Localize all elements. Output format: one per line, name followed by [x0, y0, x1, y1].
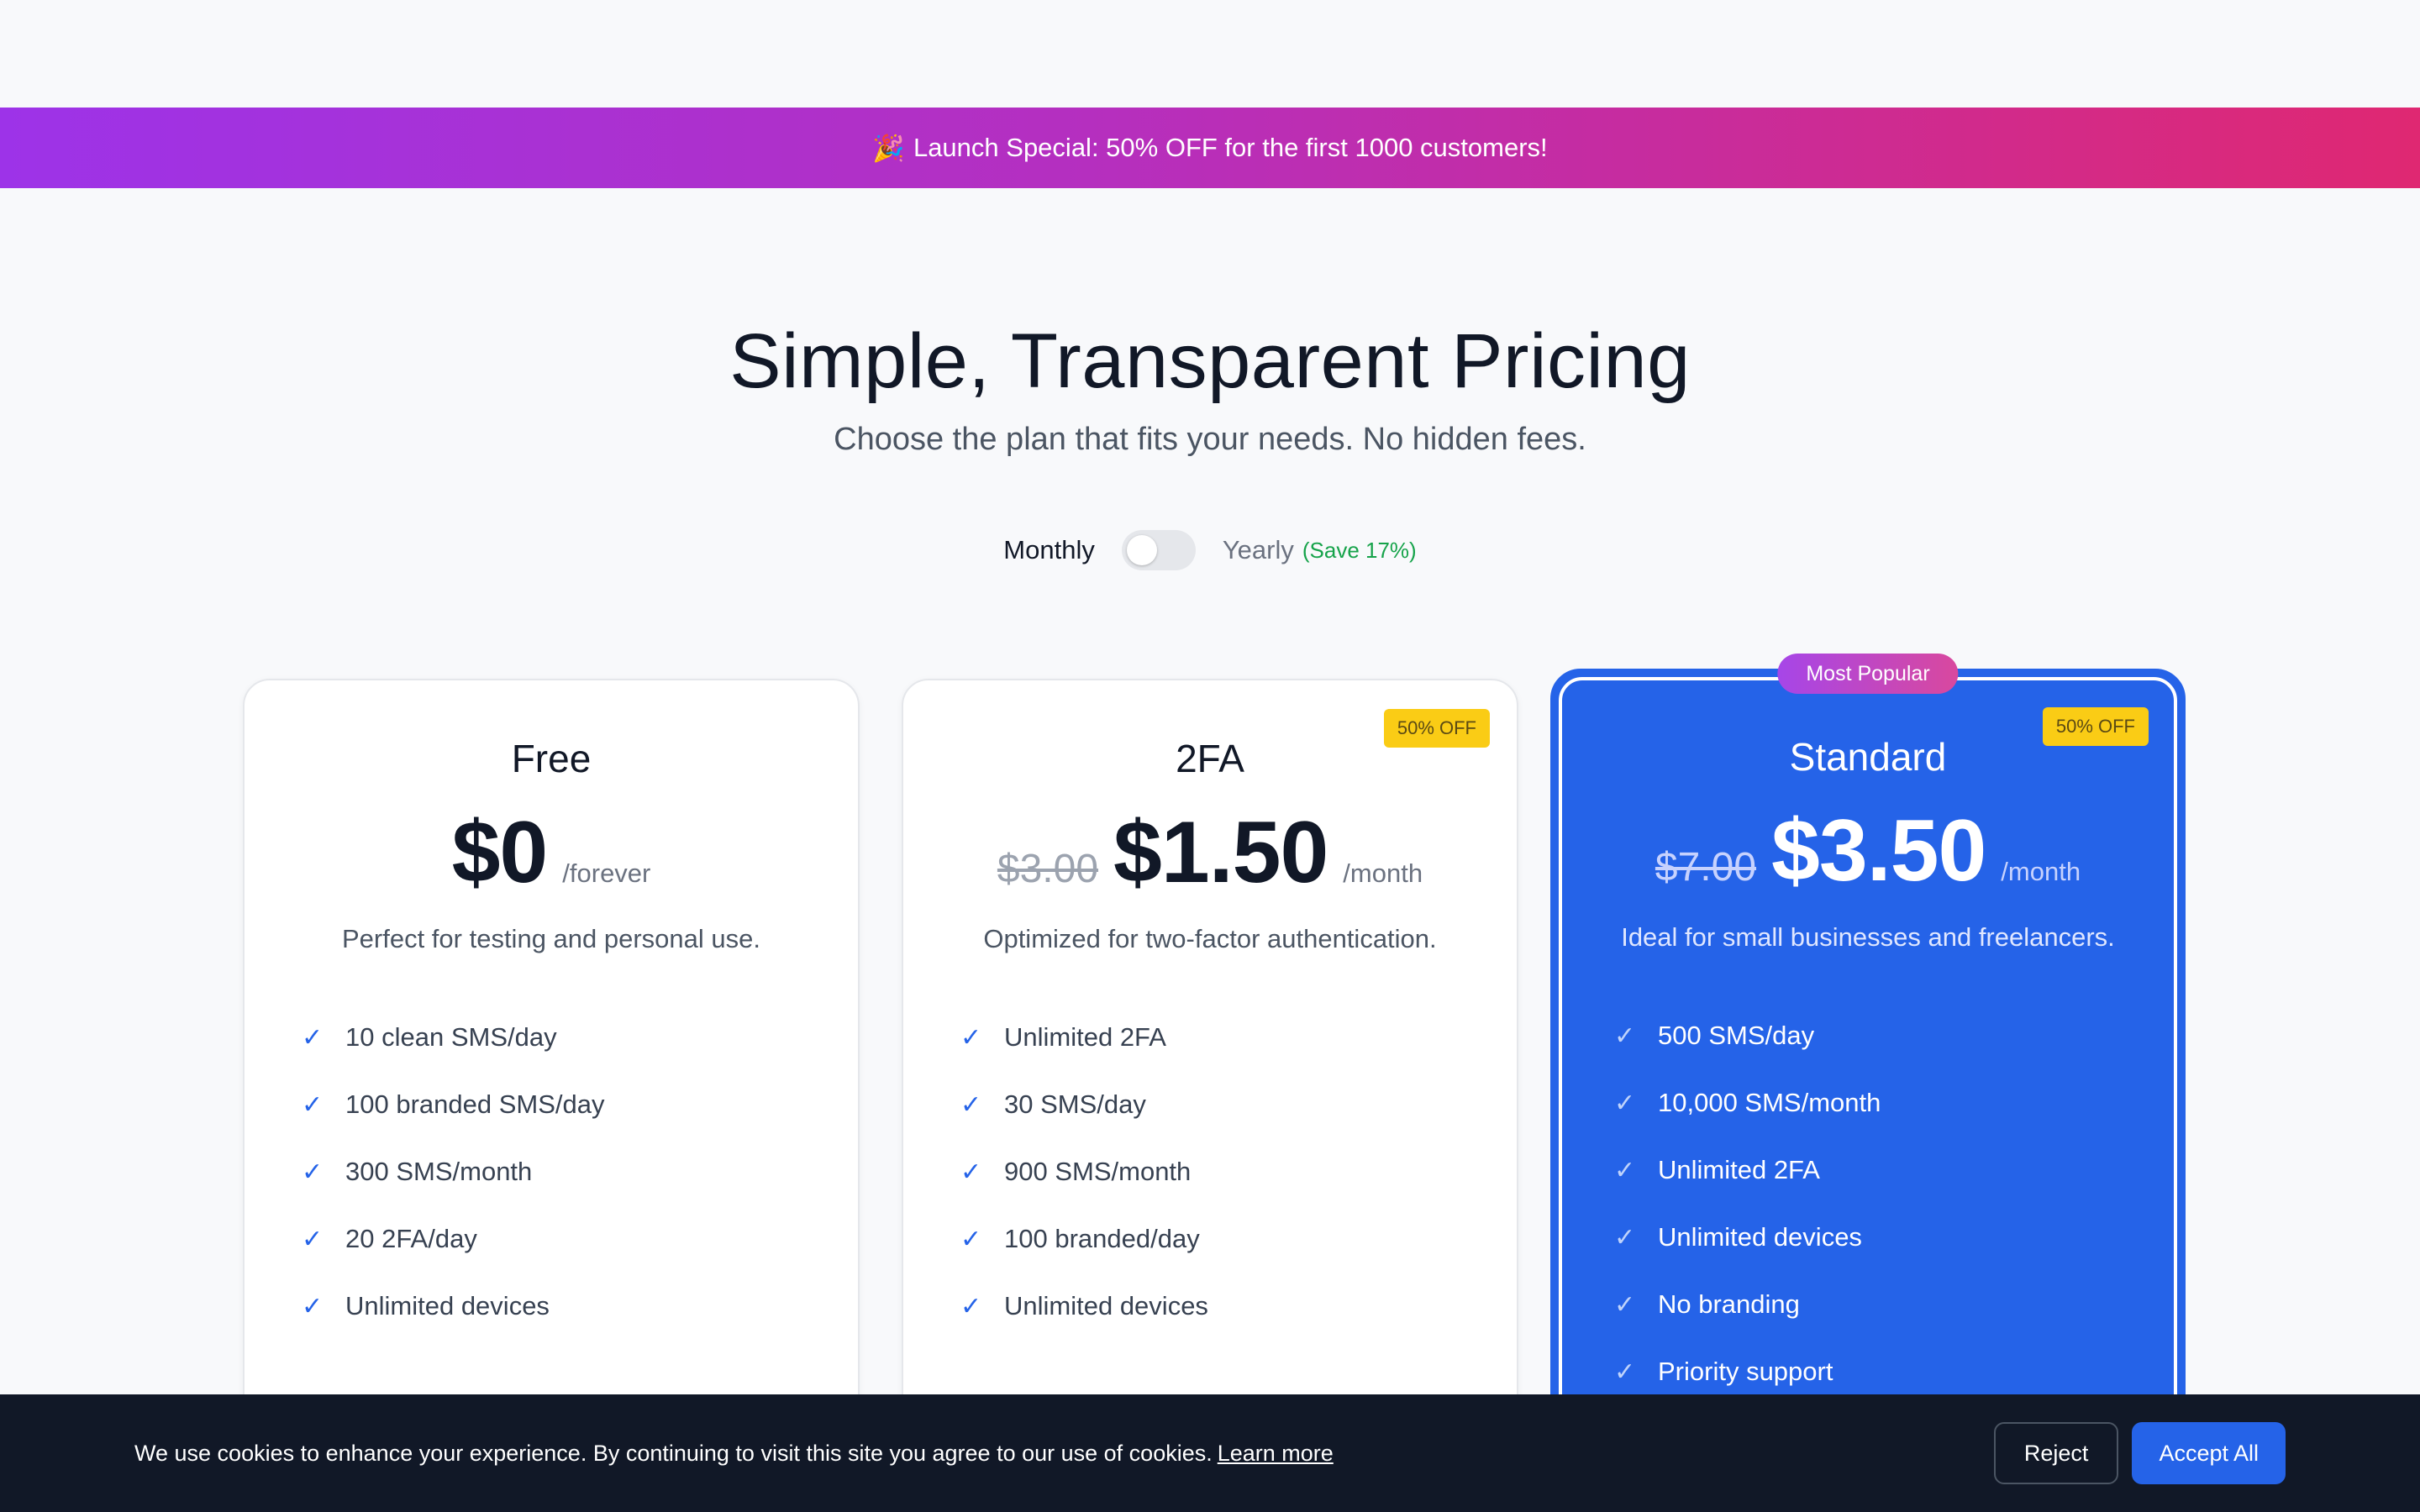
feature-label: Unlimited 2FA	[1004, 1022, 1166, 1052]
feature-label: Unlimited devices	[1658, 1222, 1862, 1252]
feature-label: No branding	[1658, 1289, 1800, 1319]
feature-item: ✓ 30 SMS/day	[960, 1071, 1208, 1138]
feature-label: Unlimited devices	[345, 1291, 550, 1320]
cookie-message: We use cookies to enhance your experienc…	[134, 1441, 1334, 1467]
feature-label: 300 SMS/month	[345, 1157, 533, 1186]
check-icon: ✓	[960, 1090, 982, 1119]
feature-list: ✓ 500 SMS/day ✓ 10,000 SMS/month ✓ Unlimite…	[1614, 1002, 1881, 1405]
check-icon: ✓	[960, 1292, 982, 1320]
reject-cookies-button[interactable]: Reject	[1993, 1422, 2119, 1484]
feature-label: 10,000 SMS/month	[1658, 1088, 1881, 1117]
feature-label: 900 SMS/month	[1004, 1157, 1192, 1186]
check-icon: ✓	[1614, 1089, 1636, 1117]
plan-card-2fa: 50% OFF 2FA $3.00 $1.50 /month Optimized…	[902, 679, 1518, 1435]
yearly-savings-note: (Save 17%)	[1302, 537, 1417, 563]
plan-period: /month	[1343, 858, 1423, 888]
price-row: $7.00 $3.50 /month	[1554, 805, 2182, 897]
feature-label: Unlimited 2FA	[1658, 1155, 1820, 1184]
feature-item: ✓ Unlimited devices	[1614, 1204, 1881, 1271]
check-icon: ✓	[302, 1090, 324, 1119]
plan-description: Ideal for small businesses and freelance…	[1621, 922, 2115, 952]
plan-price: $3.50	[1771, 802, 1986, 900]
check-icon: ✓	[960, 1225, 982, 1253]
check-icon: ✓	[302, 1023, 324, 1052]
plan-description: Optimized for two-factor authentication.	[983, 924, 1437, 953]
plan-period: /forever	[562, 858, 651, 888]
feature-label: 100 branded SMS/day	[345, 1089, 605, 1119]
hero-section: Simple, Transparent Pricing Choose the p…	[0, 311, 2420, 460]
page-title: Simple, Transparent Pricing	[729, 318, 1691, 404]
check-icon: ✓	[960, 1158, 982, 1186]
accept-all-cookies-button[interactable]: Accept All	[2132, 1422, 2286, 1484]
feature-item: ✓ Unlimited devices	[960, 1273, 1208, 1340]
feature-item: ✓ 10 clean SMS/day	[302, 1004, 605, 1071]
plan-description: Perfect for testing and personal use.	[341, 924, 760, 953]
plan-price: $0	[451, 804, 549, 901]
feature-label: Unlimited devices	[1004, 1291, 1208, 1320]
check-icon: ✓	[302, 1158, 324, 1186]
price-row: $0 /forever	[245, 806, 858, 899]
most-popular-badge: Most Popular	[1777, 654, 1959, 694]
yearly-label[interactable]: Yearly	[1223, 535, 1294, 565]
switch-knob	[1126, 535, 1157, 565]
cookie-actions: Reject Accept All	[1993, 1422, 2286, 1484]
feature-item: ✓ No branding	[1614, 1271, 1881, 1338]
promo-text: Launch Special: 50% OFF for the first 10…	[913, 133, 1548, 162]
feature-label: 30 SMS/day	[1004, 1089, 1146, 1119]
feature-item: ✓ 100 branded/day	[960, 1205, 1208, 1273]
plan-price: $1.50	[1113, 804, 1328, 901]
check-icon: ✓	[1614, 1290, 1636, 1319]
original-price: $3.00	[997, 847, 1099, 891]
plan-period: /month	[2001, 857, 2081, 886]
original-price: $7.00	[1655, 845, 1757, 890]
feature-item: ✓ 100 branded SMS/day	[302, 1071, 605, 1138]
check-icon: ✓	[960, 1023, 982, 1052]
feature-list: ✓ Unlimited 2FA ✓ 30 SMS/day ✓ 900 SMS/mont…	[960, 1004, 1208, 1340]
plan-name: 2FA	[1176, 737, 1244, 780]
feature-label: 20 2FA/day	[345, 1224, 477, 1253]
check-icon: ✓	[302, 1225, 324, 1253]
feature-item: ✓ Unlimited 2FA	[1614, 1137, 1881, 1204]
cookie-message-text: We use cookies to enhance your experienc…	[134, 1440, 1213, 1466]
feature-label: 10 clean SMS/day	[345, 1022, 557, 1052]
feature-item: ✓ 10,000 SMS/month	[1614, 1069, 1881, 1137]
party-popper-icon: 🎉	[872, 133, 905, 163]
check-icon: ✓	[1614, 1156, 1636, 1184]
check-icon: ✓	[1614, 1357, 1636, 1386]
feature-item: ✓ 900 SMS/month	[960, 1138, 1208, 1205]
learn-more-link[interactable]: Learn more	[1218, 1441, 1334, 1466]
check-icon: ✓	[1614, 1223, 1636, 1252]
feature-item: ✓ 300 SMS/month	[302, 1138, 605, 1205]
cookie-consent-bar: We use cookies to enhance your experienc…	[0, 1394, 2420, 1512]
billing-period-switch[interactable]	[1121, 530, 1196, 570]
feature-label: 500 SMS/day	[1658, 1021, 1815, 1050]
feature-item: ✓ 20 2FA/day	[302, 1205, 605, 1273]
feature-item: ✓ 500 SMS/day	[1614, 1002, 1881, 1069]
check-icon: ✓	[1614, 1021, 1636, 1050]
page-subtitle: Choose the plan that fits your needs. No…	[834, 422, 1586, 457]
billing-toggle: Monthly Yearly (Save 17%)	[0, 525, 2420, 575]
plan-name: Free	[511, 737, 592, 780]
feature-item: ✓ Unlimited 2FA	[960, 1004, 1208, 1071]
check-icon: ✓	[302, 1292, 324, 1320]
plan-card-standard: Most Popular 50% OFF Standard $7.00 $3.5…	[1550, 654, 2186, 1475]
feature-label: Priority support	[1658, 1357, 1833, 1386]
plan-name: Standard	[1789, 735, 1947, 779]
promo-banner: 🎉 Launch Special: 50% OFF for the first …	[0, 108, 2420, 188]
plan-card-free: Free $0 /forever Perfect for testing and…	[243, 679, 860, 1435]
monthly-label[interactable]: Monthly	[1003, 535, 1095, 565]
feature-label: 100 branded/day	[1004, 1224, 1200, 1253]
feature-item: ✓ Unlimited devices	[302, 1273, 605, 1340]
feature-list: ✓ 10 clean SMS/day ✓ 100 branded SMS/day ✓…	[302, 1004, 605, 1340]
price-row: $3.00 $1.50 /month	[903, 806, 1517, 899]
